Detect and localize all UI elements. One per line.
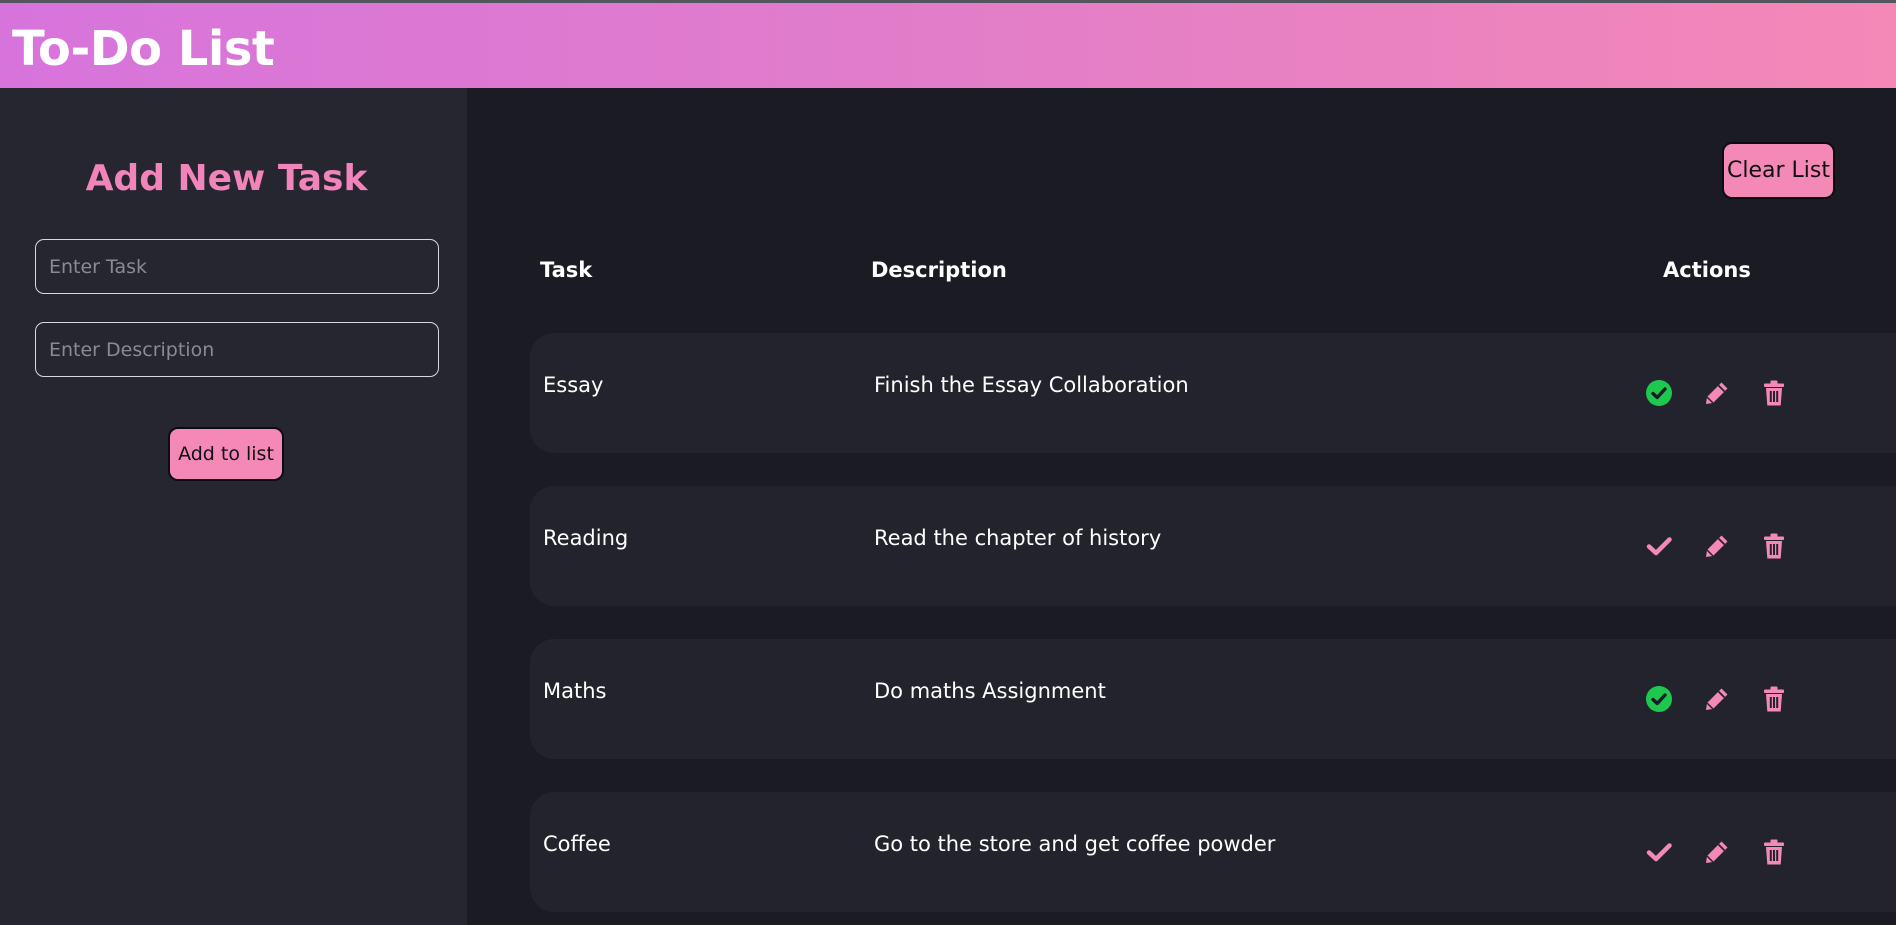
app-header: To-Do List [0,3,1896,88]
description-input[interactable] [35,322,439,377]
trash-icon[interactable] [1758,836,1790,868]
column-header-description: Description [871,258,1007,282]
table-row: Reading Read the chapter of history [530,486,1896,606]
add-to-list-button[interactable]: Add to list [168,427,284,481]
task-description: Read the chapter of history [874,526,1162,550]
task-description: Do maths Assignment [874,679,1106,703]
task-list-panel: Clear List Task Description Actions Essa… [467,88,1896,925]
task-name: Essay [543,373,604,397]
check-circle-icon[interactable] [1643,377,1675,409]
trash-icon[interactable] [1758,377,1790,409]
task-description: Finish the Essay Collaboration [874,373,1189,397]
check-circle-icon[interactable] [1643,683,1675,715]
check-icon[interactable] [1643,530,1675,562]
table-row: Essay Finish the Essay Collaboration [530,333,1896,453]
column-header-task: Task [540,258,593,282]
task-name: Maths [543,679,607,703]
task-input[interactable] [35,239,439,294]
table-row: Maths Do maths Assignment [530,639,1896,759]
trash-icon[interactable] [1758,683,1790,715]
sidebar: Add New Task Add to list [0,88,467,925]
clear-list-button[interactable]: Clear List [1722,142,1835,199]
task-name: Coffee [543,832,611,856]
column-header-actions: Actions [1663,258,1751,282]
task-name: Reading [543,526,629,550]
table-row: Coffee Go to the store and get coffee po… [530,792,1896,912]
pencil-icon[interactable] [1701,836,1733,868]
app-title: To-Do List [12,21,275,77]
pencil-icon[interactable] [1701,530,1733,562]
pencil-icon[interactable] [1701,683,1733,715]
check-icon[interactable] [1643,836,1675,868]
trash-icon[interactable] [1758,530,1790,562]
task-description: Go to the store and get coffee powder [874,832,1276,856]
add-task-heading: Add New Task [85,158,368,199]
pencil-icon[interactable] [1701,377,1733,409]
